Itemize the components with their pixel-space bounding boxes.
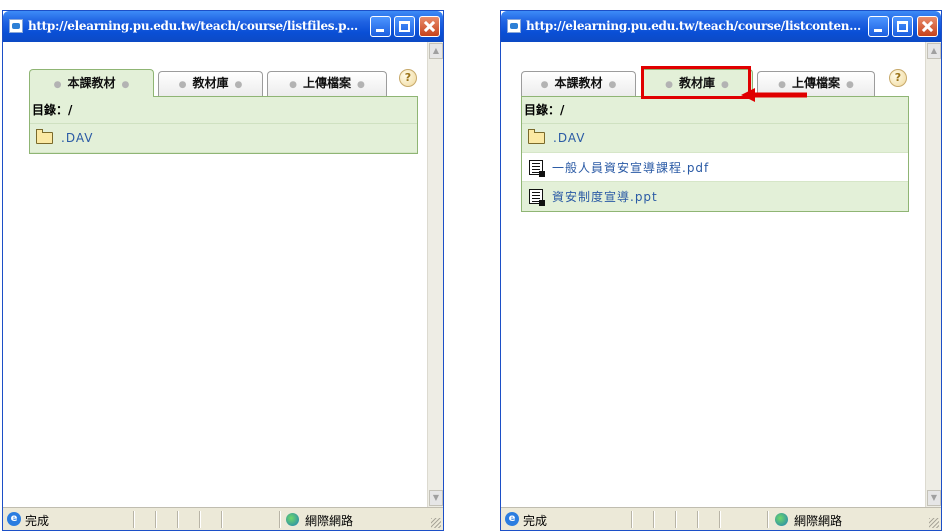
status-divider (221, 511, 223, 528)
status-text: 完成 (523, 514, 548, 528)
maximize-button[interactable] (892, 16, 913, 37)
scroll-down-arrow-icon[interactable]: ▼ (429, 490, 443, 506)
red-arrow-icon (741, 88, 807, 102)
status-divider (199, 511, 201, 528)
status-divider (719, 511, 721, 528)
tab-label: 教材庫 (192, 76, 229, 90)
scroll-down-arrow-icon[interactable]: ▼ (927, 490, 941, 506)
status-divider (653, 511, 655, 528)
ie-page-icon (9, 19, 23, 33)
file-list-panel: 目錄：/ .DAV 一般人員資安宣導課程.pdf 資安制度宣導.ppt (521, 96, 909, 212)
status-divider (155, 511, 157, 528)
scroll-up-arrow-icon[interactable]: ▲ (429, 43, 443, 59)
status-divider (675, 511, 677, 528)
file-list-panel: 目錄：/ .DAV (29, 96, 418, 154)
window-title: http://elearning.pu.edu.tw/teach/course/… (526, 19, 861, 33)
resize-grip-icon[interactable] (929, 518, 939, 528)
help-icon[interactable]: ? (889, 69, 907, 87)
title-bar[interactable]: http://elearning.pu.edu.tw/teach/course/… (3, 11, 443, 42)
document-icon (529, 189, 545, 206)
help-icon[interactable]: ? (399, 69, 417, 87)
folder-icon (36, 129, 53, 144)
ie-logo-icon: e (7, 512, 21, 526)
minimize-button[interactable] (868, 16, 889, 37)
tab-label: 本課教材 (67, 76, 116, 90)
status-text: 完成 (25, 514, 50, 528)
file-name-link[interactable]: 一般人員資安宣導課程.pdf (552, 159, 709, 176)
document-icon (529, 159, 545, 177)
list-item[interactable]: .DAV (522, 124, 908, 153)
tab-label: 上傳檔案 (302, 76, 351, 90)
file-name-link[interactable]: 資安制度宣導.ppt (552, 188, 658, 205)
status-divider (767, 511, 769, 528)
tab-label: 本課教材 (554, 76, 603, 90)
close-button[interactable] (419, 16, 440, 37)
close-button[interactable] (917, 16, 938, 37)
security-zone-label: 網際網路 (794, 514, 843, 528)
status-bar: e 完成 網際網路 (501, 507, 941, 530)
status-divider (279, 511, 281, 528)
resize-grip-icon[interactable] (431, 518, 441, 528)
security-zone-label: 網際網路 (305, 514, 354, 528)
status-divider (133, 511, 135, 528)
globe-icon (286, 513, 299, 526)
status-divider (631, 511, 633, 528)
status-divider (177, 511, 179, 528)
tab-course-materials[interactable]: ● 本課教材 ● (521, 71, 636, 96)
highlight-box-material-library-tab (641, 66, 751, 99)
list-item[interactable]: .DAV (30, 124, 417, 153)
vertical-scrollbar[interactable]: ▲ ▼ (925, 42, 941, 507)
tab-material-library[interactable]: ● 教材庫 ● (158, 71, 263, 96)
browser-window-listfiles: http://elearning.pu.edu.tw/teach/course/… (2, 10, 444, 531)
status-divider (697, 511, 699, 528)
tab-course-materials[interactable]: ● 本課教材 ● (29, 69, 154, 97)
tab-upload-files[interactable]: ● 上傳檔案 ● (267, 71, 387, 96)
status-bar: e 完成 網際網路 (3, 507, 443, 530)
directory-path: 目錄：/ (30, 97, 417, 124)
window-title: http://elearning.pu.edu.tw/teach/course/… (28, 19, 358, 33)
ie-page-icon (507, 19, 521, 33)
folder-icon (528, 129, 545, 144)
globe-icon (775, 513, 788, 526)
ie-logo-icon: e (505, 512, 519, 526)
minimize-button[interactable] (370, 16, 391, 37)
vertical-scrollbar[interactable]: ▲ ▼ (427, 42, 443, 507)
title-bar[interactable]: http://elearning.pu.edu.tw/teach/course/… (501, 11, 941, 42)
file-name-link[interactable]: .DAV (553, 131, 586, 145)
list-item[interactable]: 一般人員資安宣導課程.pdf (522, 153, 908, 182)
maximize-button[interactable] (394, 16, 415, 37)
list-item[interactable]: 資安制度宣導.ppt (522, 182, 908, 211)
file-name-link[interactable]: .DAV (61, 131, 94, 145)
directory-path: 目錄：/ (522, 97, 908, 124)
scroll-up-arrow-icon[interactable]: ▲ (927, 43, 941, 59)
